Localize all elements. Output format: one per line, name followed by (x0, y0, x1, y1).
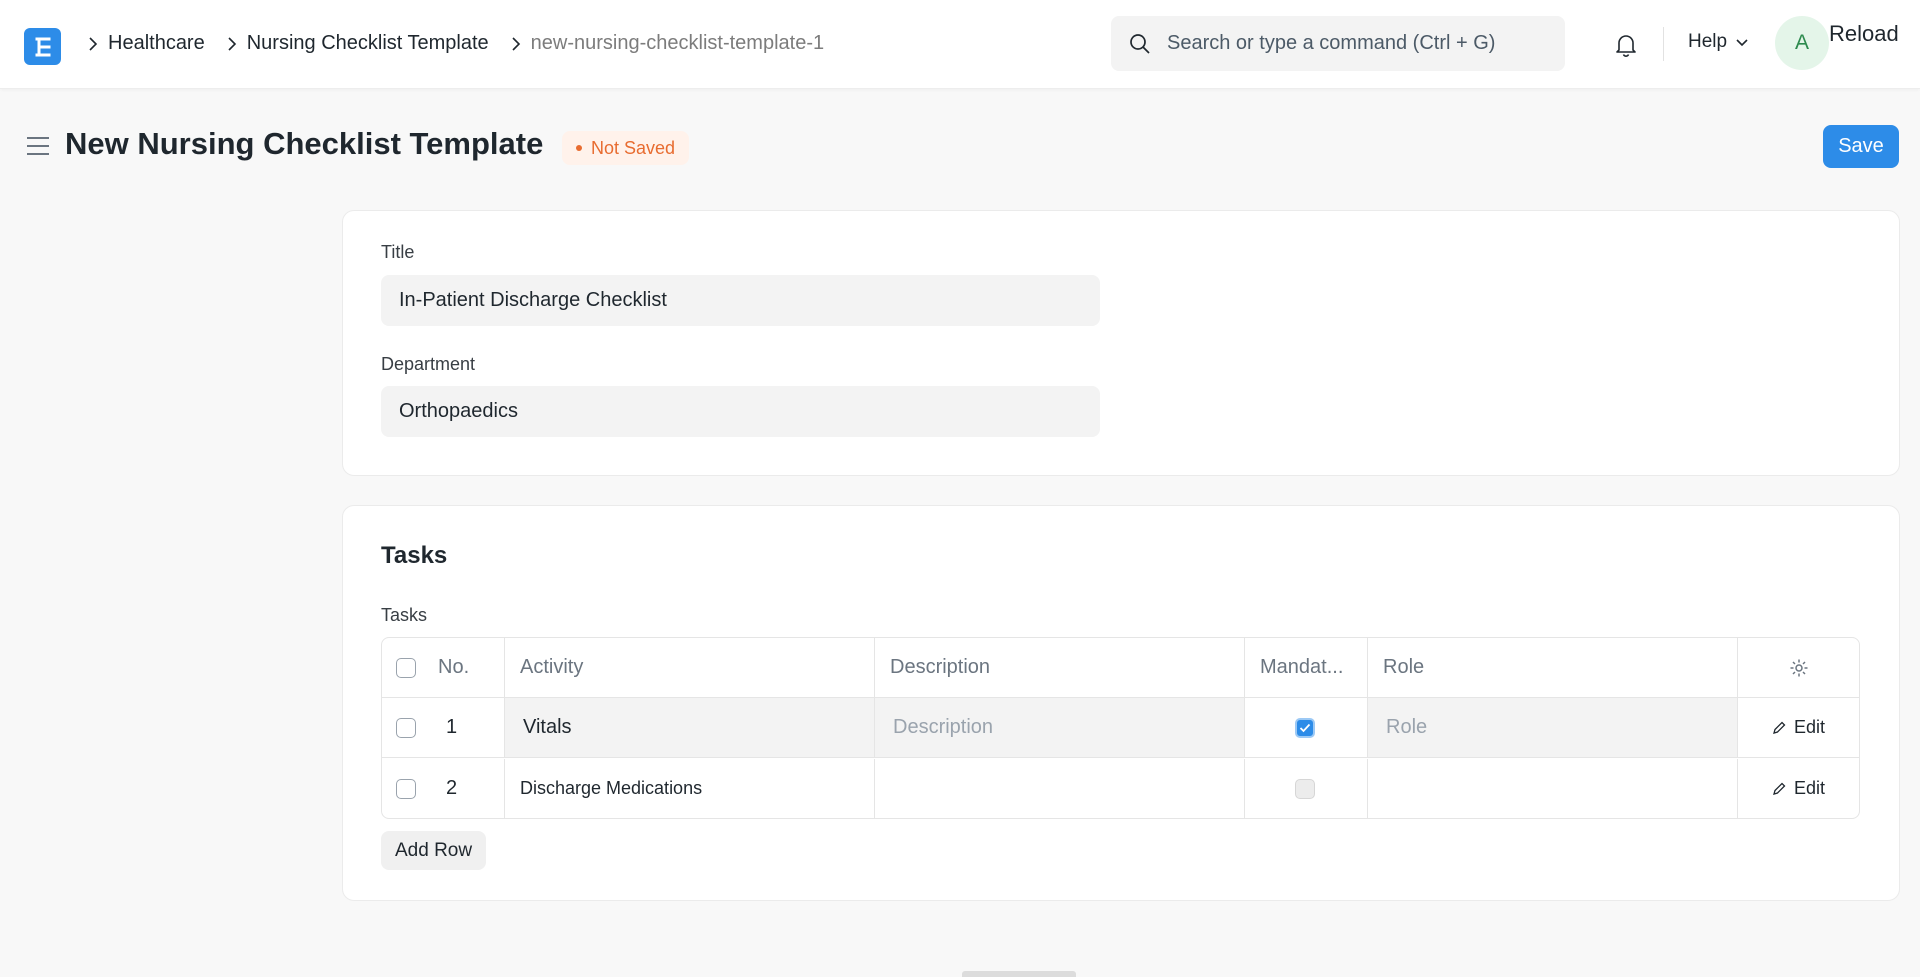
mandatory-checkbox[interactable] (1295, 717, 1315, 738)
erpnext-logo-icon (35, 37, 50, 56)
search-icon (1130, 33, 1150, 54)
table-row: 1 Vitals Description Role Edit (382, 698, 1859, 758)
table-row: 2 Discharge Medications Edit (382, 759, 1859, 818)
help-label: Help (1688, 31, 1728, 52)
col-header-no: No. (438, 656, 470, 678)
gear-icon[interactable] (1789, 658, 1809, 678)
pencil-icon (1773, 721, 1786, 734)
activity-cell[interactable]: Discharge Medications (505, 759, 875, 818)
reload-link[interactable]: Reload (1829, 21, 1899, 47)
chevron-right-icon (78, 34, 108, 54)
add-row-button[interactable]: Add Row (381, 831, 487, 870)
page-title: New Nursing Checklist Template (65, 126, 544, 161)
scroll-indicator (962, 971, 1076, 977)
chevron-right-icon (217, 34, 247, 54)
col-header-mandatory: Mandat... (1245, 638, 1368, 697)
hamburger-menu-icon[interactable] (26, 135, 50, 157)
department-field[interactable]: Orthopaedics (381, 386, 1100, 437)
department-label: Department (381, 354, 476, 374)
description-cell[interactable] (875, 759, 1245, 818)
role-cell[interactable]: Role (1368, 698, 1738, 757)
status-text: Not Saved (591, 137, 676, 158)
role-cell[interactable] (1368, 759, 1738, 818)
select-all-checkbox[interactable] (396, 657, 416, 678)
edit-label: Edit (1793, 717, 1826, 737)
mandatory-checkbox[interactable] (1295, 778, 1315, 799)
col-header-description: Description (875, 638, 1245, 697)
col-header-activity: Activity (505, 638, 875, 697)
status-badge: Not Saved (562, 131, 690, 165)
col-header-role: Role (1368, 638, 1738, 697)
row-select-checkbox[interactable] (396, 717, 416, 738)
grid-header-row: No. Activity Description Mandat... Role (382, 638, 1859, 698)
tasks-section: Tasks Tasks No. Activity Description Man… (342, 505, 1900, 901)
breadcrumb-nursing-checklist-template[interactable]: Nursing Checklist Template (247, 32, 489, 55)
title-label: Title (381, 242, 415, 262)
row-number: 2 (446, 777, 458, 799)
search-input[interactable] (1167, 32, 1547, 55)
check-icon (1299, 723, 1311, 732)
row-number: 1 (446, 716, 458, 738)
title-field[interactable]: In-Patient Discharge Checklist (381, 275, 1100, 326)
row-select-checkbox[interactable] (396, 778, 416, 799)
save-button[interactable]: Save (1823, 125, 1899, 168)
bell-icon[interactable] (1612, 31, 1640, 59)
breadcrumb-healthcare[interactable]: Healthcare (108, 32, 205, 55)
tasks-grid-label: Tasks (381, 605, 428, 625)
breadcrumb-current-doc[interactable]: new-nursing-checklist-template-1 (531, 32, 824, 55)
navbar-divider (1663, 27, 1664, 61)
activity-cell[interactable]: Vitals (505, 698, 875, 757)
edit-row-button[interactable]: Edit (1772, 717, 1825, 738)
edit-label: Edit (1793, 778, 1826, 798)
section-title: Tasks (381, 542, 448, 569)
help-dropdown[interactable]: Help (1688, 31, 1749, 53)
navbar: Healthcare Nursing Checklist Template ne… (0, 0, 1920, 89)
description-cell[interactable]: Description (875, 698, 1245, 757)
pencil-icon (1773, 782, 1786, 795)
awesomebar[interactable] (1111, 16, 1565, 71)
details-section: Title In-Patient Discharge Checklist Dep… (342, 210, 1900, 476)
chevron-right-icon (501, 34, 531, 54)
status-dot (576, 145, 582, 151)
breadcrumb: Healthcare Nursing Checklist Template ne… (78, 0, 836, 87)
tasks-grid: No. Activity Description Mandat... Role … (381, 637, 1860, 819)
chevron-down-icon (1736, 39, 1748, 47)
app-logo[interactable] (24, 28, 61, 65)
edit-row-button[interactable]: Edit (1772, 778, 1825, 799)
avatar[interactable]: A (1775, 16, 1829, 70)
